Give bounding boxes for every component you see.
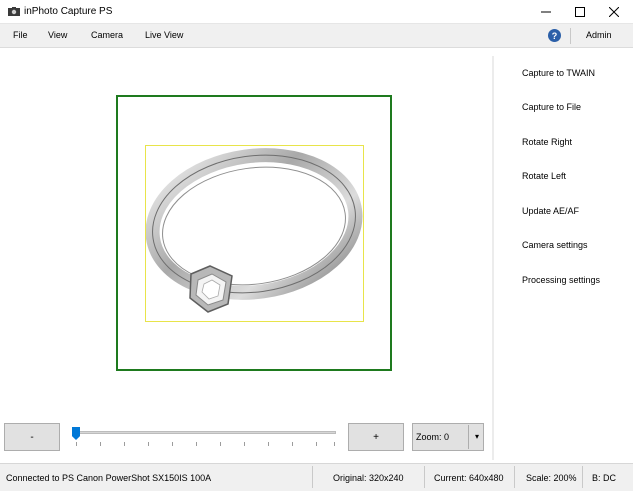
status-current: Current: 640x480 [434, 473, 504, 483]
slider-tick [76, 442, 77, 446]
panel-divider [492, 56, 494, 460]
update-ae-af-button[interactable]: Update AE/AF [522, 206, 579, 216]
capture-to-file-button[interactable]: Capture to File [522, 102, 581, 112]
chevron-down-icon[interactable]: ▾ [472, 432, 482, 442]
menu-separator [570, 28, 571, 44]
rotate-left-button[interactable]: Rotate Left [522, 171, 566, 181]
status-original: Original: 320x240 [333, 473, 404, 483]
rotate-right-button[interactable]: Rotate Right [522, 137, 572, 147]
zoom-dropdown-separator [468, 425, 469, 449]
slider-tick [244, 442, 245, 446]
slider-tick [268, 442, 269, 446]
slider-tick [292, 442, 293, 446]
status-separator [312, 466, 313, 488]
menu-admin[interactable]: Admin [586, 30, 612, 40]
zoom-slider-track[interactable] [74, 431, 336, 434]
processing-settings-button[interactable]: Processing settings [522, 275, 600, 285]
status-connection: Connected to PS Canon PowerShot SX150IS … [6, 473, 212, 483]
slider-tick [100, 442, 101, 446]
slider-tick [316, 442, 317, 446]
status-separator [514, 466, 515, 488]
maximize-icon [575, 7, 585, 17]
zoom-out-button[interactable]: - [4, 423, 60, 451]
maximize-button[interactable] [563, 0, 597, 24]
menu-view[interactable]: View [48, 30, 67, 40]
crop-rectangle[interactable] [145, 145, 364, 322]
menu-camera[interactable]: Camera [91, 30, 123, 40]
slider-tick [334, 442, 335, 446]
status-scale: Scale: 200% [526, 473, 577, 483]
help-icon[interactable]: ? [548, 29, 561, 42]
slider-tick [172, 442, 173, 446]
status-separator [582, 466, 583, 488]
app-camera-icon [8, 7, 20, 16]
slider-tick [124, 442, 125, 446]
close-icon [609, 7, 619, 17]
capture-to-twain-button[interactable]: Capture to TWAIN [522, 68, 595, 78]
slider-tick [220, 442, 221, 446]
menu-live-view[interactable]: Live View [145, 30, 183, 40]
slider-tick [196, 442, 197, 446]
zoom-value: Zoom: 0 [416, 432, 450, 442]
zoom-in-button[interactable]: + [348, 423, 404, 451]
slider-tick [148, 442, 149, 446]
camera-settings-button[interactable]: Camera settings [522, 240, 588, 250]
minimize-icon [541, 11, 551, 13]
zoom-slider-thumb[interactable] [72, 427, 80, 440]
title-bar: inPhoto Capture PS [0, 0, 633, 24]
status-b: B: DC [592, 473, 617, 483]
minimize-button[interactable] [529, 0, 563, 24]
close-button[interactable] [597, 0, 631, 24]
menu-file[interactable]: File [13, 30, 28, 40]
status-separator [424, 466, 425, 488]
window-title: inPhoto Capture PS [24, 6, 113, 17]
